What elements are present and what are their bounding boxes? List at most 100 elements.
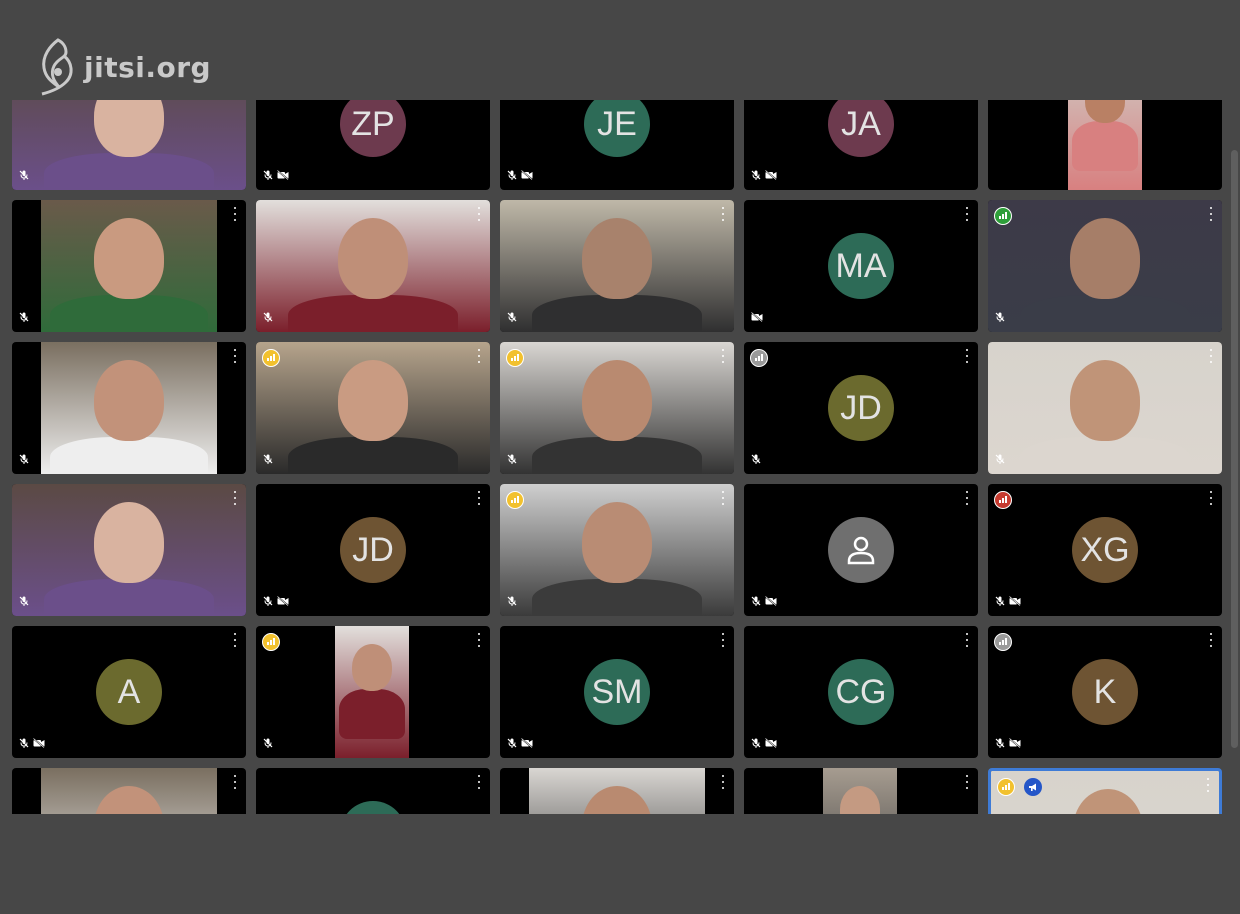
participant-video xyxy=(988,200,1222,332)
connection-indicator-icon[interactable] xyxy=(506,349,524,367)
more-vertical-icon[interactable] xyxy=(474,207,484,221)
avatar-initials: JE xyxy=(584,100,650,157)
status-indicators xyxy=(19,735,45,753)
mic-off-icon xyxy=(995,593,1005,611)
more-vertical-icon[interactable] xyxy=(1203,778,1213,792)
connection-indicator-icon[interactable] xyxy=(262,349,280,367)
participant-tile[interactable]: SM xyxy=(500,626,734,758)
participant-tile[interactable] xyxy=(500,484,734,616)
participant-tile[interactable]: MA xyxy=(744,200,978,332)
more-vertical-icon[interactable] xyxy=(1206,491,1216,505)
status-indicators xyxy=(995,451,1005,469)
participant-tile[interactable] xyxy=(988,768,1222,814)
more-vertical-icon[interactable] xyxy=(230,633,240,647)
status-indicators xyxy=(263,451,273,469)
participant-tile[interactable]: JD xyxy=(744,342,978,474)
participant-tile[interactable]: XG xyxy=(988,484,1222,616)
mic-off-icon xyxy=(19,167,29,185)
more-vertical-icon[interactable] xyxy=(962,633,972,647)
user-icon xyxy=(828,517,894,583)
mic-off-icon xyxy=(751,593,761,611)
more-vertical-icon[interactable] xyxy=(962,207,972,221)
participant-video xyxy=(41,768,217,814)
participant-video xyxy=(500,342,734,474)
more-vertical-icon[interactable] xyxy=(1206,349,1216,363)
more-vertical-icon[interactable] xyxy=(474,491,484,505)
participant-tile[interactable]: EB xyxy=(256,768,490,814)
participant-tile[interactable] xyxy=(744,484,978,616)
participant-tile[interactable]: CG xyxy=(744,626,978,758)
participant-tile[interactable] xyxy=(12,484,246,616)
participant-tile[interactable] xyxy=(12,342,246,474)
connection-indicator-icon[interactable] xyxy=(994,207,1012,225)
mic-off-icon xyxy=(995,451,1005,469)
participant-tile[interactable]: K xyxy=(988,626,1222,758)
participant-tile[interactable] xyxy=(500,342,734,474)
participant-tile[interactable]: JA xyxy=(744,100,978,190)
participant-tile[interactable] xyxy=(988,342,1222,474)
avatar-initials: JD xyxy=(340,517,406,583)
more-vertical-icon[interactable] xyxy=(962,775,972,789)
more-vertical-icon[interactable] xyxy=(474,775,484,789)
avatar-initials: ZP xyxy=(340,100,406,157)
connection-indicator-icon[interactable] xyxy=(994,633,1012,651)
participant-tile[interactable] xyxy=(500,768,734,814)
video-grid-row: A SM CG K xyxy=(12,626,1222,758)
participant-tile[interactable] xyxy=(12,100,246,190)
mic-off-icon xyxy=(19,309,29,327)
connection-indicator-icon[interactable] xyxy=(997,778,1015,796)
connection-indicator-icon[interactable] xyxy=(262,633,280,651)
participant-tile[interactable]: JE xyxy=(500,100,734,190)
camera-off-icon xyxy=(520,735,533,753)
avatar-initials: XG xyxy=(1072,517,1138,583)
participant-tile[interactable]: ZP xyxy=(256,100,490,190)
status-indicators xyxy=(751,451,761,469)
participant-tile[interactable] xyxy=(988,200,1222,332)
status-indicators xyxy=(995,593,1021,611)
participant-tile[interactable] xyxy=(12,200,246,332)
connection-indicator-icon[interactable] xyxy=(506,491,524,509)
participant-tile[interactable] xyxy=(744,768,978,814)
status-indicators xyxy=(507,593,517,611)
participant-video xyxy=(529,768,705,814)
participant-tile[interactable] xyxy=(256,626,490,758)
connection-indicator-icon[interactable] xyxy=(750,349,768,367)
camera-off-icon xyxy=(32,735,45,753)
more-vertical-icon[interactable] xyxy=(1206,633,1216,647)
more-vertical-icon[interactable] xyxy=(1206,207,1216,221)
connection-indicator-icon[interactable] xyxy=(994,491,1012,509)
more-vertical-icon[interactable] xyxy=(474,633,484,647)
participant-tile[interactable] xyxy=(12,768,246,814)
participant-tile[interactable] xyxy=(256,200,490,332)
participant-video xyxy=(335,626,409,758)
avatar-initials: EB xyxy=(340,801,406,814)
video-grid-viewport[interactable]: ZP JE JA MA JD JD XG A SM CG K EB xyxy=(0,100,1240,814)
participant-tile[interactable] xyxy=(256,342,490,474)
more-vertical-icon[interactable] xyxy=(474,349,484,363)
more-vertical-icon[interactable] xyxy=(962,349,972,363)
more-vertical-icon[interactable] xyxy=(230,775,240,789)
status-indicators xyxy=(507,309,517,327)
status-indicators xyxy=(263,735,273,753)
more-vertical-icon[interactable] xyxy=(718,775,728,789)
more-vertical-icon[interactable] xyxy=(230,491,240,505)
mic-off-icon xyxy=(507,593,517,611)
more-vertical-icon[interactable] xyxy=(962,491,972,505)
more-vertical-icon[interactable] xyxy=(230,207,240,221)
participant-tile[interactable] xyxy=(500,200,734,332)
more-vertical-icon[interactable] xyxy=(718,491,728,505)
status-indicators xyxy=(19,309,29,327)
camera-off-icon xyxy=(764,167,777,185)
more-vertical-icon[interactable] xyxy=(718,207,728,221)
more-vertical-icon[interactable] xyxy=(718,349,728,363)
mic-off-icon xyxy=(507,735,517,753)
mic-off-icon xyxy=(751,167,761,185)
scrollbar[interactable] xyxy=(1231,150,1238,748)
status-indicators xyxy=(751,593,777,611)
more-vertical-icon[interactable] xyxy=(230,349,240,363)
more-vertical-icon[interactable] xyxy=(718,633,728,647)
participant-tile[interactable] xyxy=(988,100,1222,190)
avatar-initials: A xyxy=(96,659,162,725)
participant-tile[interactable]: A xyxy=(12,626,246,758)
participant-tile[interactable]: JD xyxy=(256,484,490,616)
